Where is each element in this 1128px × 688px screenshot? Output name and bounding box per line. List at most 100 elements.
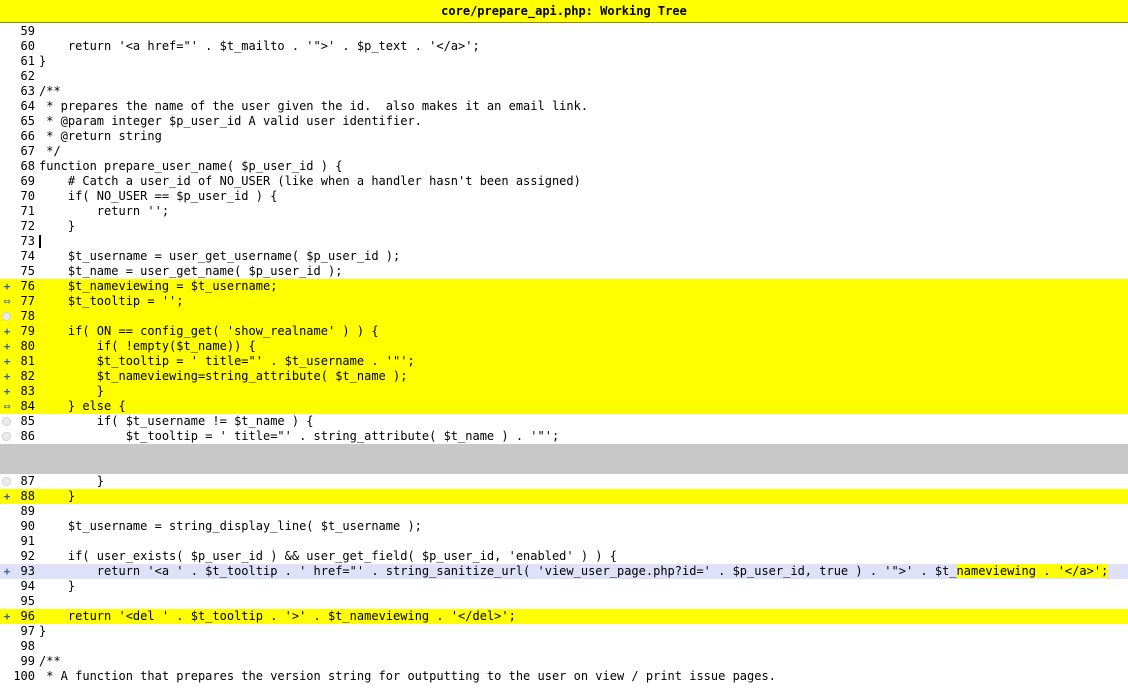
line-number: 70	[20, 189, 35, 203]
line-code: }	[39, 219, 76, 233]
line-number: 88	[20, 489, 35, 503]
code-line[interactable]: 70 if( NO_USER == $p_user_id ) {	[0, 189, 1128, 204]
code-line[interactable]: 74 $t_username = user_get_username( $p_u…	[0, 249, 1128, 264]
line-number: 93	[20, 564, 35, 578]
code-line[interactable]: 100 * A function that prepares the versi…	[0, 669, 1128, 684]
code-line[interactable]: 64 * prepares the name of the user given…	[0, 99, 1128, 114]
code-line[interactable]: 92 if( user_exists( $p_user_id ) && user…	[0, 549, 1128, 564]
code-line[interactable]: 62	[0, 69, 1128, 84]
line-code: }	[39, 579, 76, 593]
code-line[interactable]: 65 * @param integer $p_user_id A valid u…	[0, 114, 1128, 129]
changed-word-highlight: nameviewing	[956, 564, 1037, 578]
line-text: function prepare_user_name( $p_user_id )…	[39, 159, 342, 174]
code-line[interactable]: +79 if( ON == config_get( 'show_realname…	[0, 324, 1128, 339]
line-number: 96	[20, 609, 35, 623]
code-line[interactable]: 63 /**	[0, 84, 1128, 99]
code-editor[interactable]: 59 60 return '<a href="' . $t_mailto . '"…	[0, 24, 1128, 684]
line-code: * prepares the name of the user given th…	[39, 99, 589, 113]
line-number: 78	[20, 309, 35, 323]
code-line[interactable]: 94 }	[0, 579, 1128, 594]
line-number: 67	[20, 144, 35, 158]
code-line[interactable]: +82 $t_nameviewing=string_attribute( $t_…	[0, 369, 1128, 384]
code-line[interactable]: +96 return '<del ' . $t_tooltip . '>' . …	[0, 609, 1128, 624]
code-line[interactable]: +83 }	[0, 384, 1128, 399]
code-line[interactable]: 89	[0, 504, 1128, 519]
line-code: */	[39, 144, 61, 158]
code-line[interactable]: 71 return '';	[0, 204, 1128, 219]
line-code: }	[39, 474, 105, 488]
line-code: return '';	[39, 204, 170, 218]
code-line[interactable]: 99 /**	[0, 654, 1128, 669]
line-code: return '<del ' . $t_tooltip . '>' . $t_	[39, 609, 350, 623]
line-number: 86	[20, 429, 35, 443]
code-line[interactable]: +93 return '<a ' . $t_tooltip . ' href="…	[0, 564, 1128, 579]
code-line[interactable]: 91	[0, 534, 1128, 549]
line-number: 94	[20, 579, 35, 593]
line-code: return '<a href="' . $t_mailto . '">' . …	[39, 39, 480, 53]
code-line[interactable]: 67 */	[0, 144, 1128, 159]
line-text: * @return string	[39, 129, 162, 144]
code-line[interactable]: +80 if( !empty($t_name)) {	[0, 339, 1128, 354]
line-text: /**	[39, 84, 61, 99]
line-code: # Catch a user_id of NO_USER (like when …	[39, 174, 581, 188]
line-number: 84	[20, 399, 35, 413]
line-text: */	[39, 144, 61, 159]
line-code: $t_nameviewing = $t_username;	[39, 279, 278, 293]
line-code: }	[39, 489, 76, 503]
code-line[interactable]: ⇔ 84 } else {	[0, 399, 1128, 414]
code-line[interactable]: 59	[0, 24, 1128, 39]
line-code-tail: . '</del>';	[429, 609, 516, 623]
diff-gap	[0, 444, 1128, 474]
line-text: $t_username = user_get_username( $p_user…	[39, 249, 400, 264]
code-line[interactable]: 95	[0, 594, 1128, 609]
code-line[interactable]: 90 $t_username = string_display_line( $t…	[0, 519, 1128, 534]
line-number: 76	[20, 279, 35, 293]
code-line[interactable]: 72 }	[0, 219, 1128, 234]
code-line[interactable]: 66 * @return string	[0, 129, 1128, 144]
line-number: 71	[20, 204, 35, 218]
line-number: 69	[20, 174, 35, 188]
code-line[interactable]: 75 $t_name = user_get_name( $p_user_id )…	[0, 264, 1128, 279]
code-line[interactable]: 61}	[0, 54, 1128, 69]
code-line[interactable]: +81 $t_tooltip = ' title="' . $t_usernam…	[0, 354, 1128, 369]
code-line[interactable]: 98	[0, 639, 1128, 654]
code-line[interactable]: 85 if( $t_username != $t_name ) {	[0, 414, 1128, 429]
line-text: $t_name = user_get_name( $p_user_id );	[39, 264, 343, 279]
line-number: 98	[20, 639, 35, 653]
line-code: * A function that prepares the version s…	[39, 669, 776, 683]
code-line[interactable]: 60 return '<a href="' . $t_mailto . '">'…	[0, 39, 1128, 54]
code-line[interactable]: 97}	[0, 624, 1128, 639]
line-number: 75	[20, 264, 35, 278]
line-number: 81	[20, 354, 35, 368]
line-code: $t_tooltip = ' title="' . string_attribu…	[39, 429, 560, 443]
code-line[interactable]: 87 }	[0, 474, 1128, 489]
line-code: if( !empty($t_name)) {	[39, 339, 256, 353]
code-line[interactable]: +76 $t_nameviewing = $t_username;	[0, 279, 1128, 294]
line-code: $t_username = user_get_username( $p_user…	[39, 249, 401, 263]
line-number: 68	[20, 159, 35, 173]
line-code: * @return string	[39, 129, 162, 143]
code-line[interactable]: 69 # Catch a user_id of NO_USER (like wh…	[0, 174, 1128, 189]
line-number: 89	[20, 504, 35, 518]
code-line[interactable]: 68 function prepare_user_name( $p_user_id…	[0, 159, 1128, 174]
line-text: * A function that prepares the version s…	[39, 669, 776, 684]
changed-word-highlight: nameviewing	[349, 609, 430, 623]
line-number: 77	[20, 294, 35, 308]
line-text: * prepares the name of the user given th…	[39, 99, 588, 114]
line-code-tail: . '</a>';	[1036, 564, 1109, 578]
line-text: }	[39, 384, 104, 399]
line-number: 100	[13, 669, 35, 683]
line-code: * @param integer $p_user_id A valid user…	[39, 114, 422, 128]
code-line[interactable]: 86 $t_tooltip = ' title="' . string_attr…	[0, 429, 1128, 444]
code-line[interactable]: 78	[0, 309, 1128, 324]
line-number: 79	[20, 324, 35, 338]
line-number: 92	[20, 549, 35, 563]
line-code: }	[39, 624, 47, 638]
line-text: $t_tooltip = '';	[39, 294, 184, 309]
line-code: function prepare_user_name( $p_user_id )…	[39, 159, 343, 173]
code-line[interactable]: ⇔ 77 $t_tooltip = '';	[0, 294, 1128, 309]
line-number: 62	[20, 69, 35, 83]
code-line[interactable]: 73	[0, 234, 1128, 249]
code-line[interactable]: +88 }	[0, 489, 1128, 504]
line-code: if( ON == config_get( 'show_realname' ) …	[39, 324, 379, 338]
